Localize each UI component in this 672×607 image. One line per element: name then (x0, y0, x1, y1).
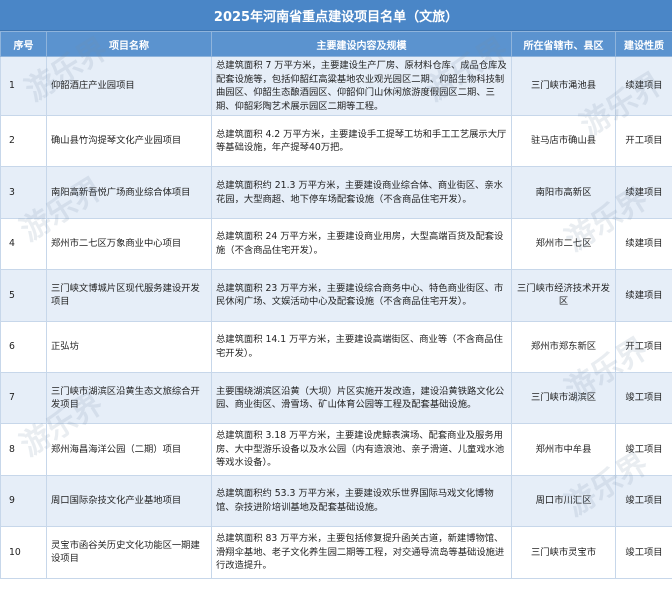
cell-no: 9 (0, 474, 47, 528)
header-name: 项目名称 (46, 31, 212, 57)
table-row: 7 三门峡市湖滨区沿黄生态文旅综合开发项目 主要围绕湖滨区沿黄（大坝）片区实施开发改… (0, 371, 672, 425)
cell-content: 总建筑面积 23 万平方米，主要建设综合商务中心、特色商业街区、市民休闲广场、文… (211, 269, 512, 322)
cell-project-name: 灵宝市函谷关历史文化功能区一期建设项目 (46, 526, 212, 579)
cell-project-name: 确山县竹沟提琴文化产业园项目 (46, 114, 212, 168)
cell-region: 三门峡市灵宝市 (511, 526, 616, 579)
cell-content: 总建筑面积约 53.3 万平方米，主要建设欢乐世界国际马戏文化博物馆、杂技进阶培… (211, 474, 512, 528)
cell-content: 总建筑面积 24 万平方米，主要建设商业用房，大型高端百货及配套设施（不含商品住… (211, 217, 512, 271)
cell-nature: 续建项目 (615, 217, 672, 271)
table-row: 8 郑州海昌海洋公园（二期）项目 总建筑面积 3.18 万平方米，主要建设虎鲸表演场… (0, 423, 672, 476)
cell-project-name: 南阳高新吾悦广场商业综合体项目 (46, 166, 212, 219)
cell-region: 三门峡市经济技术开发区 (511, 269, 616, 322)
table-row: 9 周口国际杂技文化产业基地项目 总建筑面积约 53.3 万平方米，主要建设欢乐世界… (0, 474, 672, 528)
project-list-document: 2025年河南省重点建设项目名单（文旅） 序号 项目名称 主要建设内容及规模 所… (0, 0, 672, 607)
cell-region: 郑州市郑东新区 (511, 320, 616, 373)
cell-region: 周口市川汇区 (511, 474, 616, 528)
cell-no: 5 (0, 269, 47, 322)
cell-project-name: 郑州市二七区万象商业中心项目 (46, 217, 212, 271)
header-nature: 建设性质 (615, 31, 672, 57)
header-no: 序号 (0, 31, 47, 57)
header-region: 所在省辖市、县区 (511, 31, 616, 57)
cell-no: 2 (0, 114, 47, 168)
cell-content: 总建筑面积 14.1 万平方米，主要建设高端街区、商业等（不含商品住宅开发）。 (211, 320, 512, 373)
cell-nature: 开工项目 (615, 320, 672, 373)
cell-no: 6 (0, 320, 47, 373)
table-row: 5 三门峡文博城片区现代服务建设开发项目 总建筑面积 23 万平方米，主要建设综合商… (0, 269, 672, 322)
cell-content: 总建筑面积 3.18 万平方米，主要建设虎鲸表演场、配套商业及服务用房、大中型游… (211, 423, 512, 476)
cell-nature: 竣工项目 (615, 371, 672, 425)
cell-no: 4 (0, 217, 47, 271)
cell-content: 总建筑面积 4.2 万平方米，主要建设手工提琴工坊和手工工艺展示大厅等基础设施，… (211, 114, 512, 168)
table-row: 4 郑州市二七区万象商业中心项目 总建筑面积 24 万平方米，主要建设商业用房，大型… (0, 217, 672, 271)
cell-no: 7 (0, 371, 47, 425)
document-title: 2025年河南省重点建设项目名单（文旅） (0, 0, 672, 31)
cell-nature: 竣工项目 (615, 423, 672, 476)
table-row: 6 正弘坊 总建筑面积 14.1 万平方米，主要建设高端街区、商业等（不含商品住宅开… (0, 320, 672, 373)
cell-no: 8 (0, 423, 47, 476)
cell-content: 主要围绕湖滨区沿黄（大坝）片区实施开发改造，建设沿黄铁路文化公园、商业街区、滑雪… (211, 371, 512, 425)
table-row: 2 确山县竹沟提琴文化产业园项目 总建筑面积 4.2 万平方米，主要建设手工提琴工坊… (0, 114, 672, 168)
cell-project-name: 郑州海昌海洋公园（二期）项目 (46, 423, 212, 476)
cell-nature: 开工项目 (615, 114, 672, 168)
cell-project-name: 三门峡市湖滨区沿黄生态文旅综合开发项目 (46, 371, 212, 425)
table-body: 1 仰韶酒庄产业园项目 总建筑面积 7 万平方米，主要建设生产厂房、原材料仓库、成品… (0, 56, 672, 579)
project-table: 序号 项目名称 主要建设内容及规模 所在省辖市、县区 建设性质 1 仰韶酒庄产业园… (0, 31, 672, 579)
cell-content: 总建筑面积约 21.3 万平方米，主要建设商业综合体、商业街区、亲水花园，大型商… (211, 166, 512, 219)
cell-region: 三门峡市湖滨区 (511, 371, 616, 425)
table-row: 10 灵宝市函谷关历史文化功能区一期建设项目 总建筑面积 83 万平方米，主要包括修… (0, 526, 672, 579)
cell-region: 郑州市二七区 (511, 217, 616, 271)
table-row: 3 南阳高新吾悦广场商业综合体项目 总建筑面积约 21.3 万平方米，主要建设商业综… (0, 166, 672, 219)
cell-region: 南阳市高新区 (511, 166, 616, 219)
cell-no: 3 (0, 166, 47, 219)
cell-no: 1 (0, 56, 47, 116)
cell-region: 三门峡市渑池县 (511, 56, 616, 116)
table-header-row: 序号 项目名称 主要建设内容及规模 所在省辖市、县区 建设性质 (0, 31, 672, 57)
cell-region: 驻马店市确山县 (511, 114, 616, 168)
cell-nature: 竣工项目 (615, 474, 672, 528)
cell-nature: 竣工项目 (615, 526, 672, 579)
cell-no: 10 (0, 526, 47, 579)
cell-project-name: 仰韶酒庄产业园项目 (46, 56, 212, 116)
table-row: 1 仰韶酒庄产业园项目 总建筑面积 7 万平方米，主要建设生产厂房、原材料仓库、成品… (0, 56, 672, 116)
cell-project-name: 正弘坊 (46, 320, 212, 373)
cell-content: 总建筑面积 83 万平方米，主要包括修复提升函关古道，新建博物馆、滑翔伞基地、老… (211, 526, 512, 579)
cell-nature: 续建项目 (615, 56, 672, 116)
cell-nature: 续建项目 (615, 166, 672, 219)
header-content: 主要建设内容及规模 (211, 31, 512, 57)
cell-nature: 续建项目 (615, 269, 672, 322)
cell-content: 总建筑面积 7 万平方米，主要建设生产厂房、原材料仓库、成品仓库及配套设施等，包… (211, 56, 512, 116)
cell-project-name: 周口国际杂技文化产业基地项目 (46, 474, 212, 528)
cell-project-name: 三门峡文博城片区现代服务建设开发项目 (46, 269, 212, 322)
cell-region: 郑州市中牟县 (511, 423, 616, 476)
